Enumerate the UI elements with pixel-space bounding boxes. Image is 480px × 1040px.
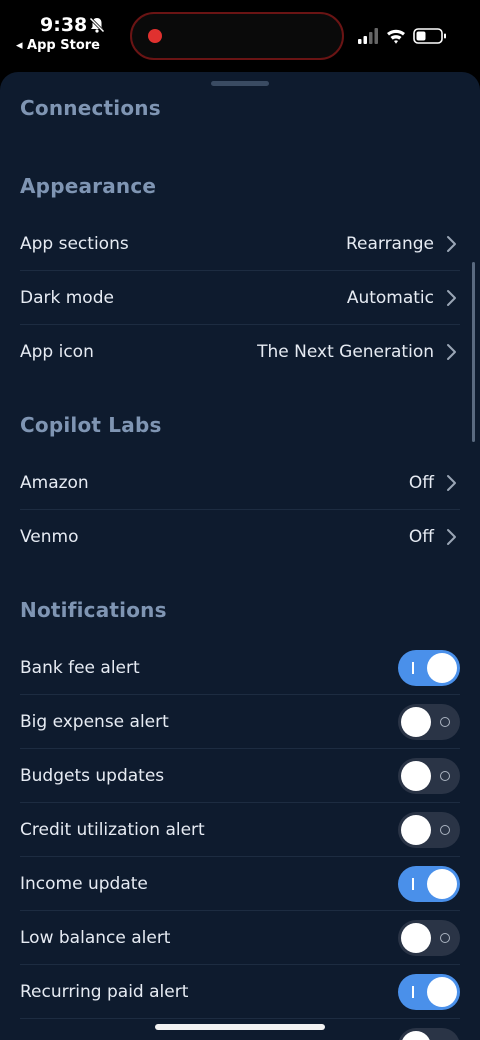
row-value: Automatic (346, 287, 434, 308)
bell-slash-icon (89, 17, 105, 33)
toggle-on-mark (412, 985, 414, 998)
row-app-sections[interactable]: App sections Rearrange (20, 217, 460, 271)
toggle-knob (427, 976, 457, 1007)
toggle-off-mark (440, 770, 450, 781)
row-label: App sections (20, 233, 129, 254)
chevron-right-icon (447, 344, 456, 360)
row-label: Big expense alert (20, 711, 169, 732)
status-time: 9:38 (40, 14, 88, 36)
toggle-knob (401, 814, 431, 845)
home-indicator[interactable] (155, 1024, 325, 1030)
toggle-off-mark (440, 716, 450, 727)
notification-row: Low balance alert (20, 911, 460, 965)
row-value: Off (408, 527, 434, 547)
notification-toggle[interactable] (398, 811, 460, 848)
toggle-on-mark (412, 661, 414, 674)
notification-row: Big expense alert (20, 695, 460, 749)
row-value: Off (408, 472, 434, 493)
notification-row: Income update (20, 857, 460, 911)
dynamic-island[interactable] (130, 12, 344, 60)
notification-toggle[interactable] (398, 973, 460, 1010)
row-label: Low balance alert (20, 927, 171, 948)
row-label: Amazon (20, 472, 89, 493)
toggle-on-mark (412, 877, 414, 890)
sheet-grabber[interactable] (211, 81, 269, 86)
row-label: App icon (20, 342, 94, 362)
row-label: Recurring paid alert (20, 981, 189, 1002)
battery-icon (413, 28, 446, 44)
notification-toggle[interactable] (398, 703, 460, 740)
wifi-icon (387, 29, 405, 44)
chevron-right-icon (447, 529, 456, 545)
notification-toggle[interactable] (398, 649, 460, 686)
toggle-knob (401, 760, 431, 791)
notification-toggle[interactable] (398, 1027, 460, 1040)
notification-row: Bank fee alert (20, 641, 460, 695)
settings-sheet[interactable]: Connections Appearance App sections Rear… (0, 72, 480, 1040)
toggle-off-mark (440, 932, 450, 943)
row-app-icon[interactable]: App icon The Next Generation (20, 325, 460, 379)
row-label: Dark mode (20, 287, 114, 308)
row-amazon[interactable]: Amazon Off (20, 456, 460, 510)
notification-row: Credit utilization alert (20, 803, 460, 857)
chevron-right-icon (447, 289, 456, 306)
toggle-knob (427, 652, 457, 683)
section-connections: Connections (20, 96, 161, 120)
scrollbar[interactable] (472, 262, 475, 442)
notification-toggle[interactable] (398, 757, 460, 794)
notification-row: Budgets updates (20, 749, 460, 803)
toggle-knob (401, 1030, 431, 1040)
recording-indicator (148, 29, 162, 43)
toggle-off-mark (440, 824, 450, 835)
chevron-right-icon (447, 235, 456, 252)
row-label: Credit utilization alert (20, 819, 205, 840)
section-copilot-labs: Copilot Labs (20, 413, 162, 437)
row-label: Bank fee alert (20, 657, 140, 678)
cellular-signal-icon (358, 28, 378, 44)
chevron-right-icon (447, 474, 456, 491)
row-label: Income update (20, 873, 148, 894)
notification-row: Recurring paid alert (20, 965, 460, 1019)
notification-toggle[interactable] (398, 865, 460, 902)
back-to-app-store-link[interactable]: ◂ App Store (16, 38, 100, 53)
row-dark-mode[interactable]: Dark mode Automatic (20, 271, 460, 325)
section-appearance: Appearance (20, 174, 157, 198)
notification-toggle[interactable] (398, 919, 460, 956)
toggle-knob (427, 868, 457, 899)
status-icons (358, 28, 446, 44)
toggle-knob (401, 922, 431, 953)
row-label: Budgets updates (20, 765, 165, 786)
row-value: Rearrange (345, 233, 434, 254)
toggle-knob (401, 706, 431, 737)
section-notifications: Notifications (20, 598, 167, 622)
status-bar: 9:38 ◂ App Store (0, 0, 480, 70)
row-venmo[interactable]: Venmo Off (20, 510, 460, 564)
row-label: Venmo (20, 527, 79, 547)
row-value: The Next Generation (257, 342, 434, 362)
